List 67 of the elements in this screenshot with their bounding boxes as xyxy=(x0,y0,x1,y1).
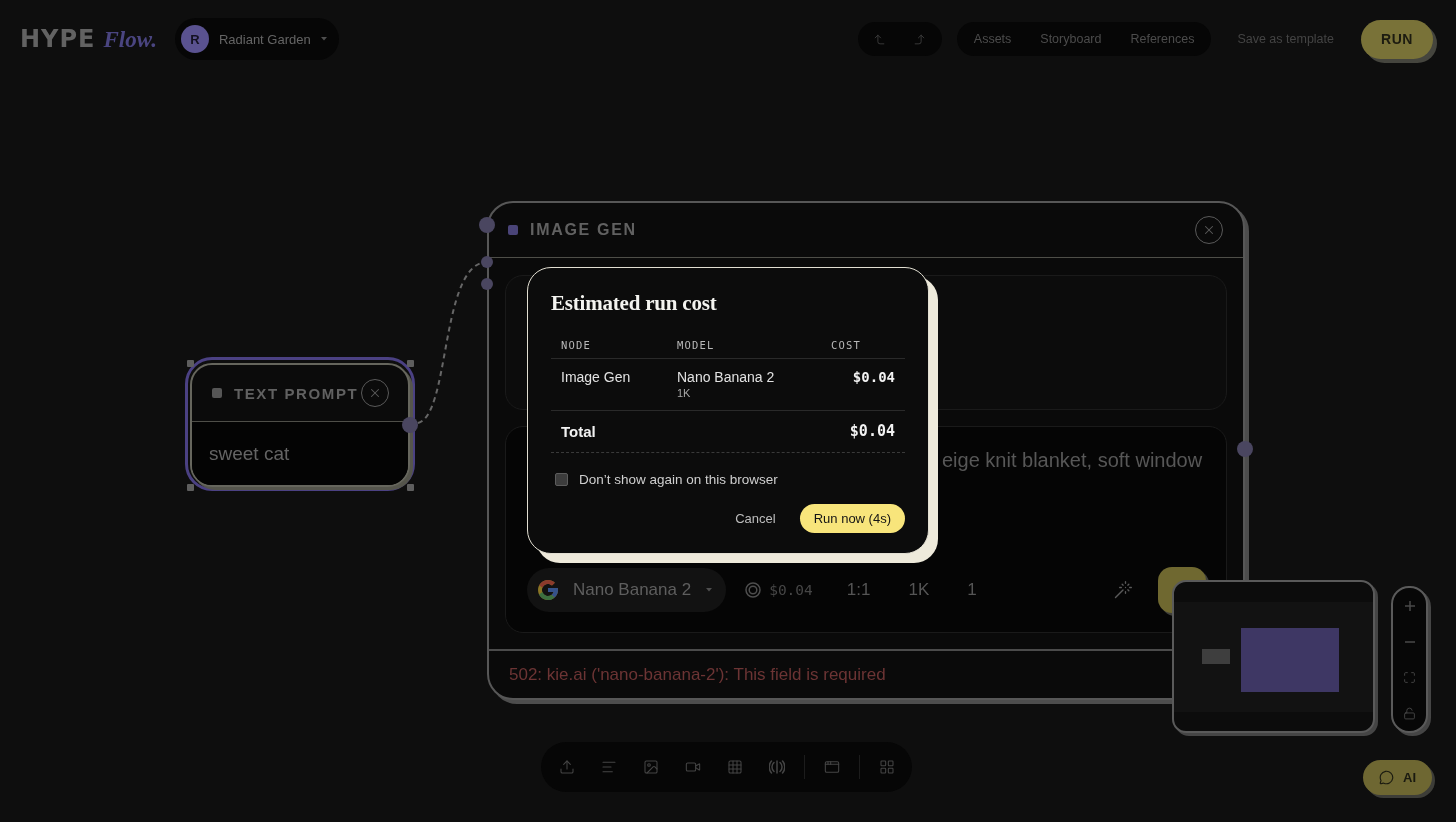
column-header: COST xyxy=(831,338,863,351)
model-selector[interactable]: Nano Banana 2 xyxy=(527,568,727,612)
resize-handle[interactable] xyxy=(186,359,194,367)
minus-icon xyxy=(1404,640,1415,643)
resize-handle[interactable] xyxy=(186,483,194,491)
resize-handle[interactable] xyxy=(406,483,414,491)
caret-icon xyxy=(320,37,327,41)
node-title: TEXT PROMPT xyxy=(234,384,359,402)
connection-port[interactable] xyxy=(479,217,495,233)
resolution-text: 1K xyxy=(677,386,692,400)
cancel-button[interactable]: Cancel xyxy=(735,511,776,526)
chat-bubble-icon xyxy=(1379,770,1394,785)
text-prompt-node[interactable]: TEXT PROMPT sweet cat xyxy=(190,363,410,487)
connection-port[interactable] xyxy=(481,256,493,268)
four-squares-icon xyxy=(879,759,895,775)
nav-link[interactable]: Storyboard xyxy=(1040,32,1102,46)
column-header: MODEL xyxy=(677,338,716,351)
connection-port[interactable] xyxy=(402,417,418,433)
aspect-ratio-option[interactable]: 1:1 xyxy=(846,580,871,600)
nav-link[interactable]: Assets xyxy=(973,32,1012,46)
window-icon xyxy=(824,759,840,775)
total-label: Total xyxy=(561,423,597,440)
enhance-button[interactable] xyxy=(1113,580,1133,600)
expand-corners-icon xyxy=(1403,670,1416,684)
checkbox-label: Don’t show again on this browser xyxy=(579,472,778,487)
concentric-circles-icon xyxy=(745,582,762,598)
resolution-option[interactable]: 1K xyxy=(908,580,930,600)
ai-chat-button[interactable]: AI xyxy=(1363,760,1432,795)
close-icon xyxy=(368,386,382,400)
workspace-selector[interactable]: R Radiant Garden xyxy=(174,18,339,60)
upload-icon xyxy=(559,759,575,775)
node-title: IMAGE GEN xyxy=(530,221,637,239)
node-name-cell-text: Image Gen xyxy=(561,369,632,386)
model-name-cell-text: Nano Banana 2 xyxy=(677,369,776,386)
column-header: NODE xyxy=(561,338,593,351)
caret-icon xyxy=(706,588,713,592)
open-padlock-icon xyxy=(1403,706,1416,720)
run-now-button[interactable]: Run now (4s) xyxy=(799,504,905,533)
checkbox[interactable] xyxy=(555,473,568,486)
logo-suffix: Flow. xyxy=(103,28,157,51)
error-message: 502: kie.ai ('nano-banana-2'): This field is required xyxy=(509,664,886,685)
prompt-text: sweet cat xyxy=(209,442,290,465)
multicolor-g-icon xyxy=(538,580,558,600)
corner-arrow-icon xyxy=(913,32,927,46)
connection-port[interactable] xyxy=(1237,441,1253,457)
close-icon xyxy=(1202,223,1216,237)
sound-wave-icon xyxy=(769,760,785,774)
count-option[interactable]: 1 xyxy=(967,580,977,600)
grid-icon xyxy=(727,759,743,775)
cost-text: $0.04 xyxy=(769,582,813,598)
image-icon xyxy=(643,759,659,775)
magic-wand-icon xyxy=(1113,580,1133,600)
minimap-overlay[interactable] xyxy=(1172,580,1375,733)
workspace-avatar: R xyxy=(180,25,209,53)
plus-icon xyxy=(1404,600,1415,611)
prompt-text: eige knit blanket, soft window xyxy=(942,449,1203,471)
total-cost: $0.04 xyxy=(849,423,895,440)
nav-link[interactable]: References xyxy=(1130,32,1195,46)
video-camera-icon xyxy=(685,759,701,775)
logo-wordmark: HYPE xyxy=(20,27,96,51)
corner-arrow-icon xyxy=(873,32,887,46)
text-lines-icon xyxy=(601,759,617,775)
connection-port[interactable] xyxy=(481,278,493,290)
minimap-node xyxy=(1202,649,1230,664)
resize-handle[interactable] xyxy=(406,359,414,367)
dialog-title: Estimated run cost xyxy=(551,290,718,317)
cost-cell: $0.04 xyxy=(852,369,895,386)
